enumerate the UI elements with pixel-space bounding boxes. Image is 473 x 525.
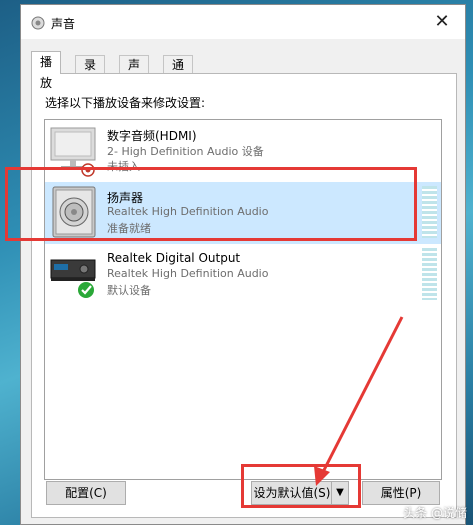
device-name: 数字音频(HDMI) [107,129,197,143]
digital-output-icon [50,259,96,298]
properties-button[interactable]: 属性(P) [362,481,440,505]
tab-playback[interactable]: 播放 [31,51,62,90]
instruction-text: 选择以下播放设备来修改设置: [45,96,206,110]
device-item-digital-output[interactable]: Realtek Digital Output Realtek High Defi… [45,244,441,306]
default-checkmark-icon [78,282,94,298]
device-status: 默认设备 [107,284,151,297]
tab-recording[interactable]: 录制 [75,55,106,90]
close-button[interactable]: ✕ [419,5,465,39]
sound-dialog: 声音 ✕ 播放 录制 声音 通信 选择以下播放设备来修改设置: [20,4,466,525]
window-title: 声音 [51,17,76,31]
playback-panel: 选择以下播放设备来修改设置: 数字音频(HDMI) 2- High Defini… [31,73,457,518]
tab-sounds[interactable]: 声音 [119,55,150,90]
annotation-box-set-default [241,464,361,508]
device-description: Realtek High Definition Audio [107,267,269,280]
annotation-box-speaker [5,167,417,241]
tab-communications[interactable]: 通信 [163,55,194,90]
volume-level-meter [422,186,437,238]
device-description: 2- High Definition Audio 设备 [107,145,264,158]
configure-button[interactable]: 配置(C) [46,481,126,505]
volume-level-meter [422,248,437,300]
title-bar[interactable]: 声音 ✕ [21,5,465,39]
device-name: Realtek Digital Output [107,251,241,265]
watermark: 头条 @说储 [403,506,467,520]
speaker-title-icon [31,16,45,30]
